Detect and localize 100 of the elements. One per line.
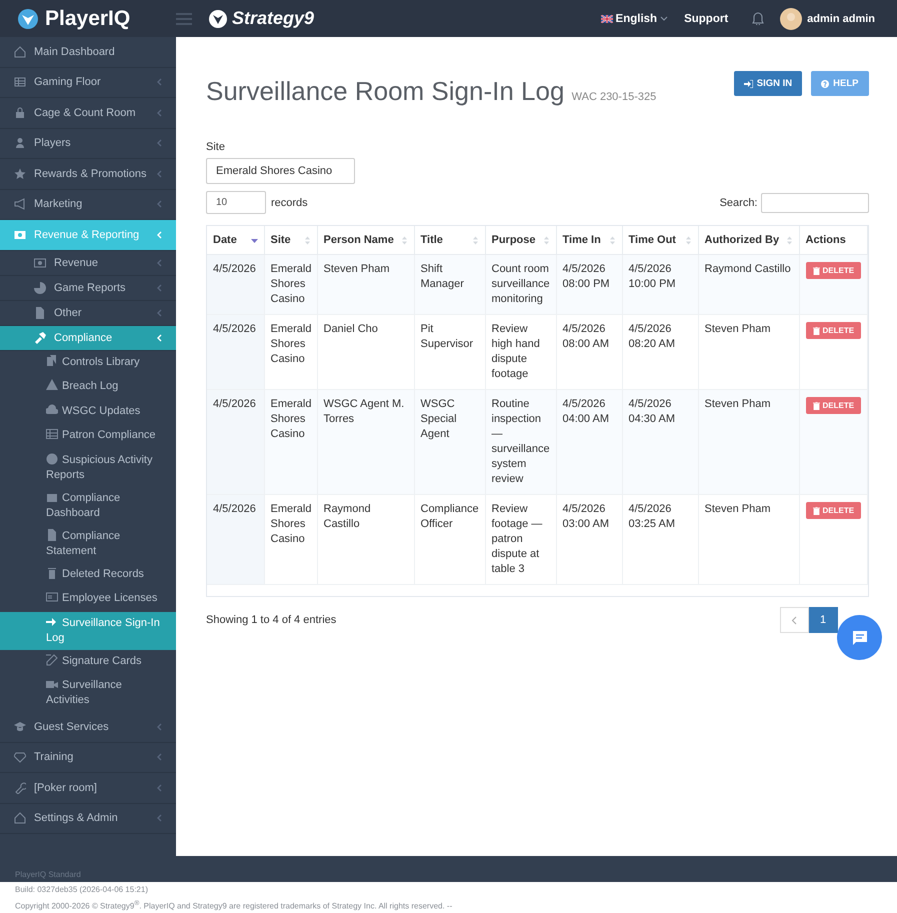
menu-item-icon	[46, 566, 58, 578]
table-cell: 4/5/2026 03:25 AM	[622, 494, 698, 584]
caret-icon	[660, 16, 668, 21]
search-field[interactable]	[760, 192, 868, 212]
table-cell: 4/5/2026 04:30 AM	[622, 390, 698, 494]
chevron-icon	[156, 258, 162, 266]
bell-icon[interactable]	[752, 12, 764, 25]
delete-button[interactable]: DELETE	[806, 397, 862, 414]
sidebar-item[interactable]: Employee Licenses	[0, 587, 176, 612]
page-button[interactable]: 1	[808, 607, 838, 633]
chevron-icon	[156, 814, 162, 822]
sidebar-item[interactable]: Surveillance Sign-In Log	[0, 612, 176, 650]
copyright-text: Copyright 2000-2026 © Strategy9$^{®}$. PlayerIQ and Strategy9 are registered trademarks of Strategy Inc. All rights reserved. --	[14, 899, 454, 913]
menu-item-icon	[14, 106, 26, 119]
delete-button[interactable]: DELETE	[806, 322, 862, 339]
sidebar-item[interactable]: Signature Cards	[0, 650, 176, 674]
logo-icon	[17, 8, 39, 30]
chevron-icon	[156, 284, 162, 292]
build-info: Build: 0327deb35 (2026-04-06 15:21)	[14, 884, 149, 896]
brand-name: PlayerIQ	[45, 6, 130, 30]
page-length-field[interactable]: 10	[206, 191, 266, 214]
table-cell: Steven Pham	[698, 390, 799, 494]
chevron-icon	[156, 334, 162, 342]
table-cell: Emerald Shores Casino	[264, 254, 317, 314]
menu-item-icon	[46, 428, 58, 440]
menu-item-icon	[14, 46, 26, 58]
table-info: Showing 1 to 4 of 4 entries	[206, 614, 336, 626]
sidebar-item[interactable]: Compliance Statement	[0, 524, 176, 562]
menu-item-icon	[34, 256, 46, 268]
menu-item-icon	[14, 720, 26, 733]
table-cell: 4/5/2026 10:00 PM	[622, 254, 698, 314]
chevron-icon	[156, 78, 162, 86]
chevron-icon	[156, 722, 162, 731]
sidebar-item[interactable]: Suspicious Activity Reports	[0, 448, 176, 486]
table-cell: Steven Pham	[698, 494, 799, 584]
edition-label: PlayerIQ Standard	[15, 870, 81, 880]
page-subtitle: WAC 230-15-325	[572, 91, 656, 103]
trash-icon	[812, 266, 820, 274]
table-cell: Count room surveillance monitoring	[485, 254, 556, 314]
table-cell: 4/5/2026	[207, 254, 264, 314]
sidebar-item[interactable]: Patron Compliance	[0, 424, 176, 448]
menu-item-icon	[14, 168, 26, 180]
menu-item-icon	[14, 751, 26, 764]
table-cell: 4/5/2026 08:00 PM	[556, 254, 622, 314]
table-cell: Raymond Castillo	[317, 494, 414, 584]
trash-icon	[812, 402, 820, 410]
menu-item-icon	[14, 228, 26, 241]
menu-item-icon	[46, 379, 58, 391]
menu-item-icon	[46, 452, 58, 464]
language-selector[interactable]: English	[600, 12, 668, 24]
table-cell: 4/5/2026	[207, 494, 264, 584]
menu-item-icon	[14, 782, 26, 794]
table-cell: Raymond Castillo	[698, 254, 799, 314]
trash-icon	[812, 326, 820, 334]
menu-item-icon	[46, 354, 58, 366]
menu-item-icon	[34, 332, 46, 344]
menu-item-icon	[14, 198, 26, 210]
chevron-icon	[156, 108, 162, 117]
table-cell: 4/5/2026	[207, 390, 264, 494]
menu-item-icon	[34, 282, 46, 294]
sidebar-item[interactable]: Revenue	[0, 250, 176, 276]
company-name: Strategy9	[232, 8, 314, 29]
user-name[interactable]: admin admin	[807, 12, 875, 24]
chat-icon	[852, 630, 868, 646]
sidebar-item[interactable]: Deleted Records	[0, 562, 176, 587]
sidebar-item[interactable]: Compliance	[0, 326, 176, 350]
menu-item-icon	[14, 137, 26, 150]
table-cell: Emerald Shores Casino	[264, 390, 317, 494]
table-cell: Review footage — patron dispute at table 3	[485, 494, 556, 584]
flag-icon	[600, 14, 613, 22]
sidebar-item[interactable]: WSGC Updates	[0, 400, 176, 424]
chevron-icon	[156, 139, 162, 148]
menu-item-icon	[46, 678, 58, 690]
chevron-icon	[156, 753, 162, 762]
trash-icon	[812, 506, 820, 514]
delete-button[interactable]: DELETE	[806, 502, 862, 519]
table-cell: Shift Manager	[414, 254, 485, 314]
chevron-icon	[156, 230, 162, 239]
table-cell: WSGC Special Agent	[414, 390, 485, 494]
search-label: Search:	[720, 196, 758, 208]
help-icon	[821, 80, 830, 88]
sidebar-item[interactable]: Controls Library	[0, 350, 176, 375]
menu-item-icon	[46, 654, 58, 666]
chat-button[interactable]	[837, 615, 882, 660]
menu-item-icon	[34, 306, 46, 318]
sidebar-item[interactable]: Surveillance Activities	[0, 674, 176, 712]
delete-button[interactable]: DELETE	[806, 262, 862, 279]
sign-in-button[interactable]: SIGN IN	[734, 71, 802, 96]
support-link[interactable]: Support	[684, 12, 728, 24]
table-cell: WSGC Agent M. Torres	[317, 390, 414, 494]
sidebar-item[interactable]: Game Reports	[0, 276, 176, 300]
table-cell: 4/5/2026	[207, 314, 264, 390]
site-field[interactable]: Emerald Shores Casino	[206, 158, 355, 184]
avatar-icon[interactable]	[780, 8, 802, 30]
sidebar-item[interactable]: Compliance Dashboard	[0, 486, 176, 524]
chevron-icon	[156, 308, 162, 316]
sidebar-item[interactable]: Breach Log	[0, 375, 176, 400]
logo-icon	[208, 8, 228, 28]
site-label: Site	[206, 141, 226, 153]
chevron-icon	[156, 200, 162, 208]
